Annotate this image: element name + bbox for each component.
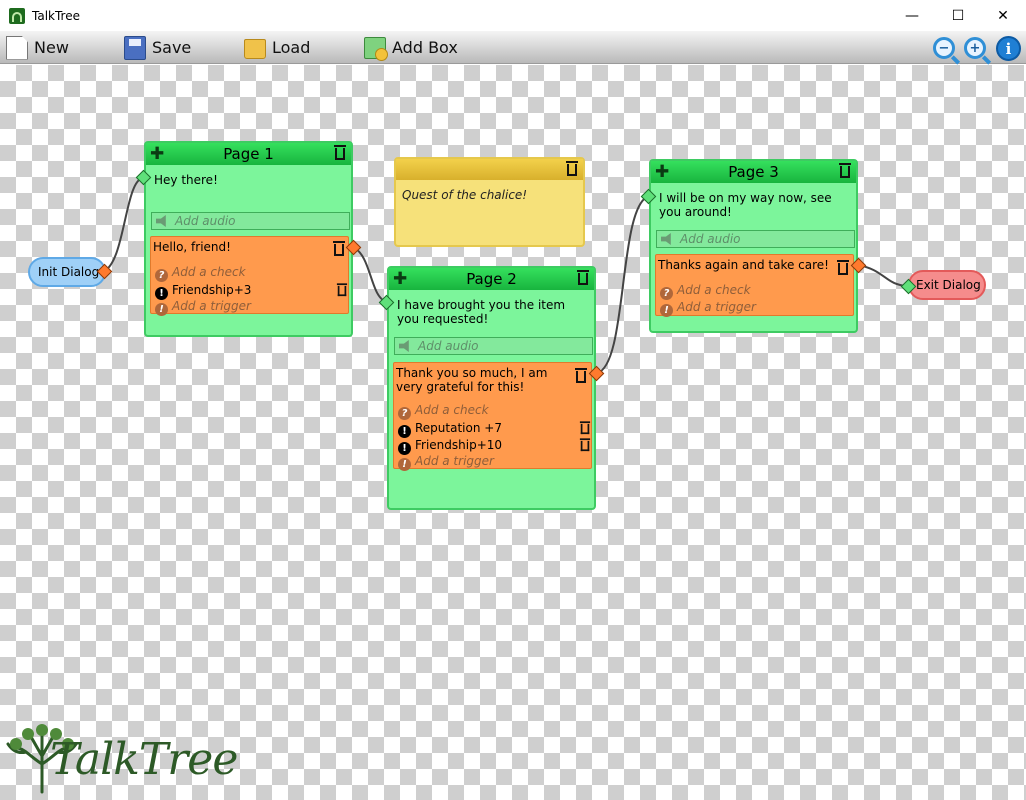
add-box-button-label: Add Box xyxy=(392,38,458,57)
zoom-out-sign: − xyxy=(938,40,950,56)
exclamation-icon: ! xyxy=(155,303,168,316)
delete-response-icon[interactable] xyxy=(575,368,587,383)
page-3-box[interactable]: ✚ Page 3 I will be on my way now, see yo… xyxy=(649,159,858,333)
add-response-icon[interactable]: ✚ xyxy=(655,162,669,182)
page-3-add-audio[interactable]: Add audio xyxy=(656,230,855,248)
zoom-out-icon[interactable]: − xyxy=(933,37,955,59)
add-audio-label: Add audio xyxy=(418,339,479,353)
floppy-disk-icon xyxy=(124,35,146,60)
page-3-title: Page 3 xyxy=(728,163,779,181)
page-1-response[interactable]: Hello, friend! ? Add a check ! Friendship+… xyxy=(150,236,349,316)
app-tree-icon xyxy=(9,7,25,24)
add-audio-label: Add audio xyxy=(680,232,741,246)
delete-page-icon[interactable] xyxy=(839,163,851,178)
exclamation-icon: ! xyxy=(398,458,411,471)
add-trigger[interactable]: ! Add a trigger xyxy=(660,300,756,317)
delete-trigger-icon[interactable] xyxy=(579,421,591,435)
delete-page-icon[interactable] xyxy=(334,145,346,160)
speaker-icon xyxy=(661,233,671,245)
delete-trigger-icon[interactable] xyxy=(579,438,591,452)
note-text[interactable]: Quest of the chalice! xyxy=(402,188,527,202)
trigger-item[interactable]: ! Friendship+3 xyxy=(155,283,251,300)
speaker-icon xyxy=(156,215,166,227)
save-button-label: Save xyxy=(152,38,192,57)
delete-trigger-icon[interactable] xyxy=(336,283,348,297)
add-check-label: Add a check xyxy=(415,403,489,417)
add-trigger-label: Add a trigger xyxy=(415,454,494,468)
window-title: TalkTree xyxy=(32,8,80,23)
response-text[interactable]: Hello, friend! xyxy=(153,240,231,254)
page-2-header: ✚ Page 2 xyxy=(389,268,594,290)
load-button-label: Load xyxy=(272,38,311,57)
trigger-item[interactable]: ! Friendship+10 xyxy=(398,438,502,455)
question-icon: ? xyxy=(660,287,673,300)
new-file-icon xyxy=(6,35,28,60)
zoom-in-sign: + xyxy=(969,40,981,56)
logo-text: TalkTree xyxy=(50,734,238,785)
add-response-icon[interactable]: ✚ xyxy=(150,144,164,164)
page-3-header: ✚ Page 3 xyxy=(651,161,856,183)
question-icon: ? xyxy=(155,269,168,282)
page-3-text[interactable]: I will be on my way now, see you around! xyxy=(659,191,839,219)
page-2-response[interactable]: Thank you so much, I am very grateful fo… xyxy=(393,362,592,471)
page-1-text[interactable]: Hey there! xyxy=(154,173,344,187)
note-header xyxy=(396,159,583,180)
response-text[interactable]: Thanks again and take care! xyxy=(658,258,829,272)
add-trigger-label: Add a trigger xyxy=(172,299,251,313)
add-check-label: Add a check xyxy=(172,265,246,279)
talktree-logo: TalkTree xyxy=(6,722,238,798)
page-2-text[interactable]: I have brought you the item you requeste… xyxy=(397,298,589,326)
init-dialog-node[interactable]: Init Dialog xyxy=(28,257,106,287)
exit-dialog-node[interactable]: Exit Dialog xyxy=(908,270,986,300)
add-check[interactable]: ? Add a check xyxy=(155,265,246,282)
response-text[interactable]: Thank you so much, I am very grateful fo… xyxy=(396,366,572,394)
page-1-add-audio[interactable]: Add audio xyxy=(151,212,350,230)
add-box-icon xyxy=(364,36,388,61)
trigger-label: Friendship+10 xyxy=(415,438,503,452)
load-button[interactable]: Load xyxy=(244,34,310,61)
close-button[interactable]: ✕ xyxy=(980,0,1026,31)
exit-dialog-label: Exit Dialog xyxy=(916,278,981,292)
init-dialog-label: Init Dialog xyxy=(38,265,100,279)
page-1-header: ✚ Page 1 xyxy=(146,143,351,165)
zoom-in-icon[interactable]: + xyxy=(964,37,986,59)
page-2-add-audio[interactable]: Add audio xyxy=(394,337,593,355)
minimize-button[interactable]: — xyxy=(889,0,935,31)
add-trigger-label: Add a trigger xyxy=(677,300,756,314)
new-button[interactable]: New xyxy=(6,34,69,61)
add-check-label: Add a check xyxy=(677,283,751,297)
delete-response-icon[interactable] xyxy=(837,260,849,275)
page-2-box[interactable]: ✚ Page 2 I have brought you the item you… xyxy=(387,266,596,510)
delete-note-icon[interactable] xyxy=(566,161,578,176)
page-3-response[interactable]: Thanks again and take care! ? Add a check… xyxy=(655,254,854,317)
speaker-icon xyxy=(399,340,409,352)
page-1-title: Page 1 xyxy=(223,145,274,163)
title-bar: TalkTree — ☐ ✕ xyxy=(0,0,1026,31)
trigger-label: Friendship+3 xyxy=(172,283,252,297)
info-icon[interactable]: i xyxy=(996,36,1021,61)
trigger-label: Reputation +7 xyxy=(415,421,502,435)
folder-icon xyxy=(244,39,266,59)
page-2-title: Page 2 xyxy=(466,270,517,288)
add-audio-label: Add audio xyxy=(175,214,236,228)
note-box[interactable]: Quest of the chalice! xyxy=(394,157,585,247)
exclamation-icon: ! xyxy=(660,304,673,317)
add-trigger[interactable]: ! Add a trigger xyxy=(155,299,251,316)
trigger-item[interactable]: ! Reputation +7 xyxy=(398,421,502,438)
new-button-label: New xyxy=(34,38,69,57)
question-icon: ? xyxy=(398,407,411,420)
save-button[interactable]: Save xyxy=(124,34,191,61)
toolbar: New Save Load Add Box xyxy=(0,31,1026,64)
delete-response-icon[interactable] xyxy=(333,241,345,256)
add-response-icon[interactable]: ✚ xyxy=(393,269,407,289)
add-trigger[interactable]: ! Add a trigger xyxy=(398,454,494,471)
exclamation-icon: ! xyxy=(398,425,411,438)
add-check[interactable]: ? Add a check xyxy=(660,283,751,300)
page-1-box[interactable]: ✚ Page 1 Hey there! Add audio Hello, fri… xyxy=(144,141,353,337)
add-box-button[interactable]: Add Box xyxy=(364,34,458,61)
delete-page-icon[interactable] xyxy=(577,270,589,285)
add-check[interactable]: ? Add a check xyxy=(398,403,489,420)
maximize-button[interactable]: ☐ xyxy=(935,0,981,31)
